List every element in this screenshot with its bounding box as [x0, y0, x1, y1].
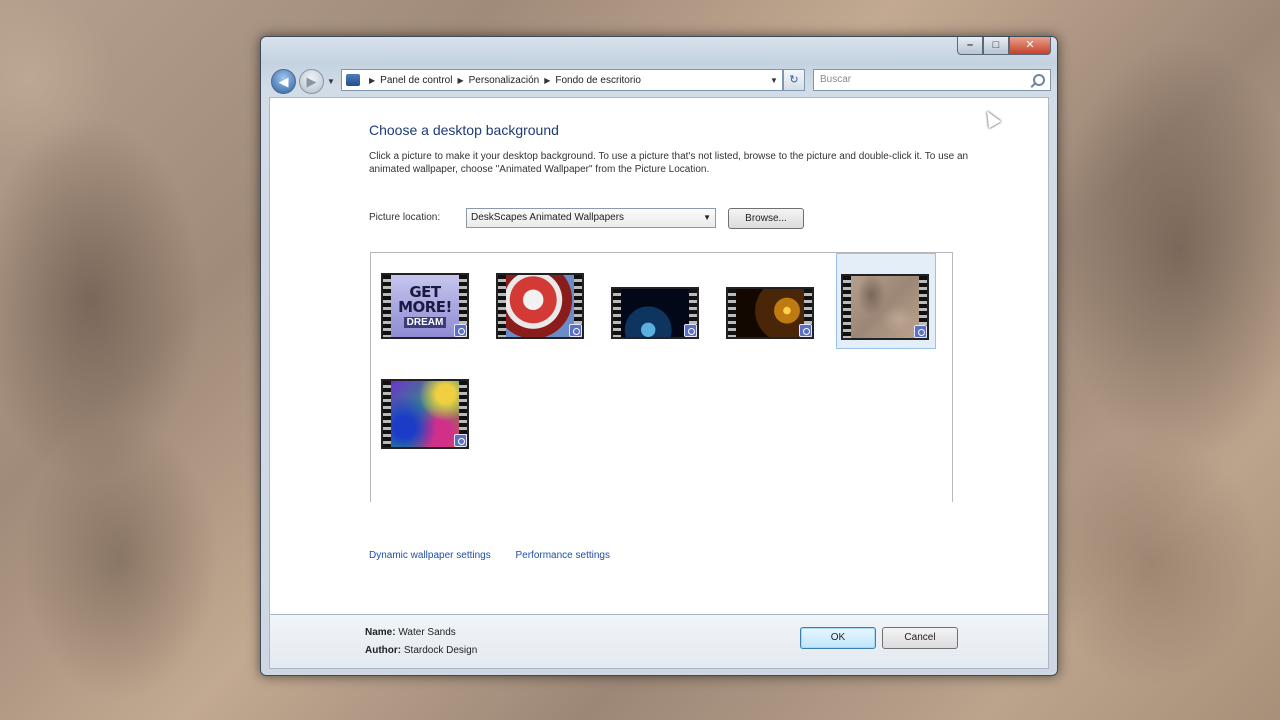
cancel-button[interactable]: Cancel: [882, 627, 958, 649]
ok-button[interactable]: OK: [800, 627, 876, 649]
animated-wallpaper-icon: [454, 434, 467, 447]
animated-wallpaper-icon: [914, 325, 927, 338]
name-label: Name:: [365, 627, 396, 638]
performance-settings-link[interactable]: Performance settings: [516, 550, 611, 561]
red-cube-artwork: [506, 275, 574, 337]
browse-button[interactable]: Browse...: [728, 208, 804, 229]
animated-wallpaper-icon: [684, 324, 697, 337]
back-arrow-icon: ◀: [278, 74, 289, 89]
wallpaper-thumbnail-colors[interactable]: [377, 373, 473, 449]
film-strip-left: [383, 275, 391, 337]
footer-bar: Name: Water Sands Author: Stardock Desig…: [269, 615, 1049, 669]
sand-artwork: [851, 276, 919, 338]
forward-button[interactable]: ▶: [299, 69, 324, 94]
search-placeholder: Buscar: [820, 74, 852, 85]
refresh-icon: ↻: [789, 74, 799, 86]
picture-location-label: Picture location:: [369, 212, 441, 223]
picture-location-value: DeskScapes Animated Wallpapers: [471, 212, 625, 223]
get-more-text: GET MORE!: [398, 282, 452, 316]
film-strip-left: [383, 381, 391, 447]
settings-links: Dynamic wallpaper settings Performance s…: [369, 550, 632, 561]
back-button[interactable]: ◀: [271, 69, 296, 94]
animated-wallpaper-icon: [799, 324, 812, 337]
name-value: Water Sands: [398, 627, 456, 638]
author-value: Stardock Design: [403, 645, 478, 656]
fire-artwork: [736, 289, 804, 337]
wallpaper-gallery: GET MORE! DREAM: [370, 252, 953, 502]
get-more-subtext: DREAM: [403, 316, 447, 328]
refresh-button[interactable]: ↻: [783, 69, 805, 91]
author-label: Author:: [365, 645, 402, 656]
desktop-background-window: – □ ✕ ◀ ▶ ▼ ▶ Panel de control ▶ Persona…: [260, 36, 1058, 676]
navigation-bar: ◀ ▶ ▼ ▶ Panel de control ▶ Personalizaci…: [269, 67, 1051, 95]
breadcrumb-control-panel[interactable]: Panel de control: [380, 75, 452, 86]
video-thumbnail: [496, 273, 584, 339]
forward-arrow-icon: ▶: [306, 74, 317, 89]
close-button[interactable]: ✕: [1009, 37, 1051, 55]
video-thumbnail: GET MORE! DREAM: [381, 273, 469, 339]
dynamic-wallpaper-settings-link[interactable]: Dynamic wallpaper settings: [369, 550, 491, 561]
video-thumbnail: [381, 379, 469, 449]
colors-artwork: [391, 381, 459, 447]
maximize-icon: □: [992, 39, 1000, 51]
earth-artwork: [621, 289, 689, 337]
address-bar[interactable]: ▶ Panel de control ▶ Personalización ▶ F…: [341, 69, 783, 91]
wallpaper-name: Name: Water Sands: [365, 627, 456, 638]
wallpaper-thumbnail-sand[interactable]: [836, 253, 936, 349]
caption-buttons: – □ ✕: [957, 37, 1051, 55]
search-input[interactable]: Buscar: [813, 69, 1051, 91]
video-thumbnail: [611, 287, 699, 339]
page-title: Choose a desktop background: [369, 122, 559, 138]
animated-wallpaper-icon: [569, 324, 582, 337]
page-description: Click a picture to make it your desktop …: [369, 151, 969, 175]
breadcrumb-separator-icon[interactable]: ▶: [544, 76, 550, 85]
film-strip-left: [728, 289, 736, 337]
minimize-button[interactable]: –: [957, 37, 983, 55]
get-more-artwork: GET MORE! DREAM: [391, 275, 459, 337]
video-thumbnail: [841, 274, 929, 340]
control-panel-icon: [346, 74, 360, 86]
maximize-button[interactable]: □: [983, 37, 1009, 55]
wallpaper-thumbnail-earth[interactable]: [607, 281, 703, 357]
address-dropdown-icon[interactable]: ▼: [766, 76, 782, 85]
close-icon: ✕: [1025, 39, 1035, 51]
picture-location-select[interactable]: DeskScapes Animated Wallpapers ▼: [466, 208, 716, 228]
search-icon[interactable]: [1033, 74, 1045, 86]
wallpaper-thumbnail-red-cube[interactable]: [492, 267, 588, 343]
wallpaper-author: Author: Stardock Design: [365, 645, 477, 656]
breadcrumb-desktop-background[interactable]: Fondo de escritorio: [555, 75, 641, 86]
wallpaper-thumbnail-fire[interactable]: [722, 281, 818, 357]
film-strip-left: [613, 289, 621, 337]
breadcrumb-personalization[interactable]: Personalización: [469, 75, 540, 86]
video-thumbnail: [726, 287, 814, 339]
breadcrumb-separator-icon[interactable]: ▶: [369, 76, 375, 85]
film-strip-left: [498, 275, 506, 337]
recent-pages-dropdown-icon[interactable]: ▼: [327, 77, 335, 86]
film-strip-left: [843, 276, 851, 338]
minimize-icon: –: [966, 39, 974, 51]
chevron-down-icon: ▼: [703, 213, 711, 222]
animated-wallpaper-icon: [454, 324, 467, 337]
breadcrumb-separator-icon[interactable]: ▶: [457, 76, 463, 85]
content-pane: Choose a desktop background Click a pict…: [269, 97, 1049, 615]
wallpaper-thumbnail-get-more[interactable]: GET MORE! DREAM: [377, 267, 473, 343]
